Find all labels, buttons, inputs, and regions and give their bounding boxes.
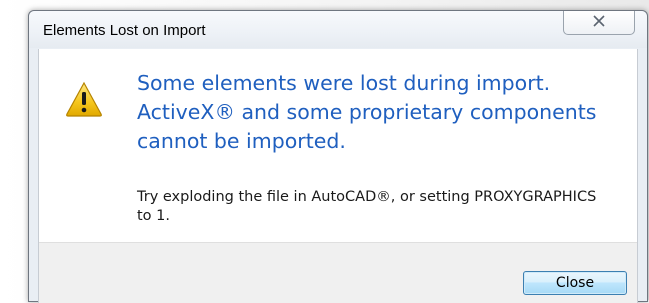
close-icon: [592, 13, 606, 33]
dialog-content: Some elements were lost during import. A…: [38, 49, 638, 303]
dialog-detail-text: Try exploding the file in AutoCAD®, or s…: [137, 189, 597, 224]
import-warning-dialog: Elements Lost on Import Some elements we…: [28, 10, 648, 303]
close-button[interactable]: Close: [523, 271, 627, 295]
dialog-headline: Some elements were lost during import. A…: [137, 71, 597, 153]
dialog-titlebar[interactable]: Elements Lost on Import: [29, 11, 647, 48]
dialog-footer: Close: [39, 242, 637, 303]
warning-icon: [65, 81, 103, 117]
window-close-button[interactable]: [563, 11, 635, 35]
dialog-title: Elements Lost on Import: [43, 22, 206, 39]
